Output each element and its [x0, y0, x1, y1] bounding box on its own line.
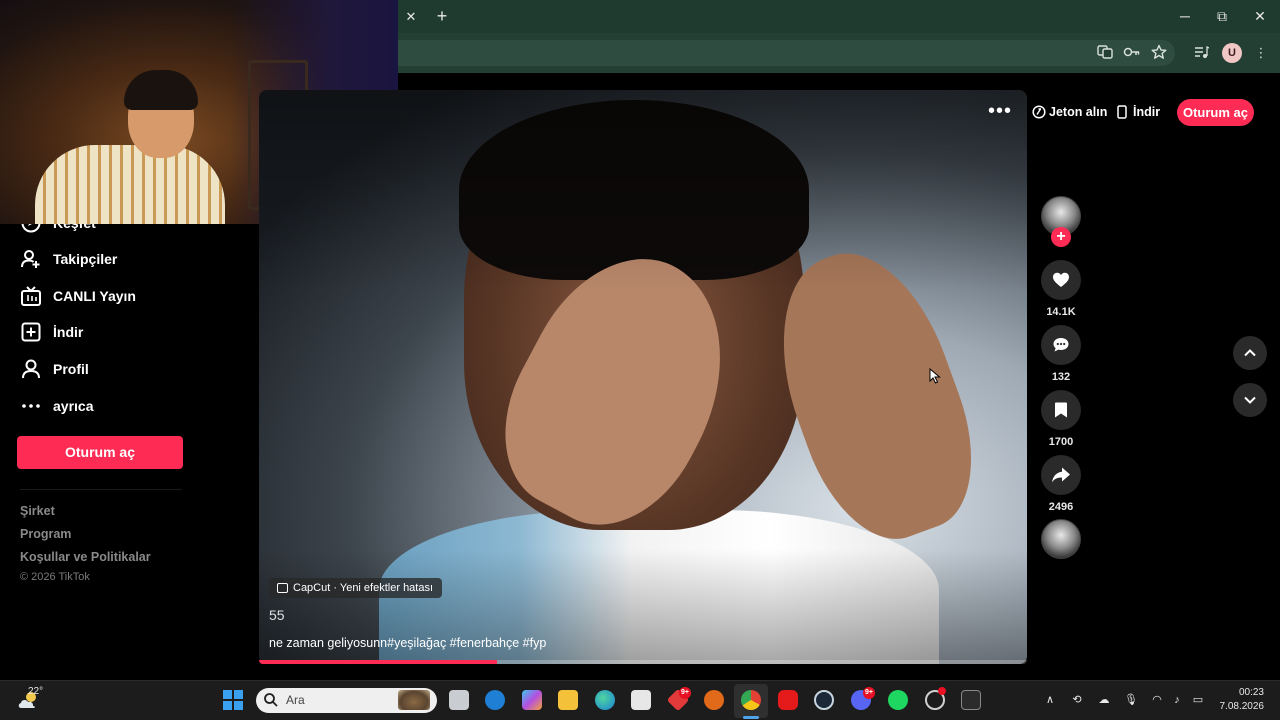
sidebar-item-profile[interactable]: Profil — [20, 356, 89, 382]
browser-menu-icon[interactable]: ⋮ — [1252, 44, 1270, 62]
taskbar-clock-date[interactable]: 7.08.2026 — [1210, 701, 1265, 712]
sidebar-item-live[interactable]: CANLI Yayın — [20, 283, 136, 309]
header-login-button[interactable]: Oturum aç — [1177, 99, 1254, 126]
sidebar-item-download[interactable]: İndir — [20, 319, 83, 345]
live-tv-icon — [21, 286, 41, 306]
chevron-up-icon — [1244, 349, 1256, 357]
effect-badge-label: CapCut · Yeni efektler hatası — [293, 582, 434, 594]
sidebar-divider — [20, 489, 182, 490]
steam-icon[interactable] — [814, 690, 834, 710]
taskbar-search-placeholder: Ara — [286, 693, 305, 707]
edge-browser-icon[interactable] — [595, 690, 615, 710]
comment-bubble-icon — [1053, 338, 1069, 352]
heart-icon — [1053, 272, 1069, 287]
discord-badge: 9+ — [863, 687, 875, 699]
capcut-icon — [277, 583, 288, 593]
window-close-button[interactable]: ✕ — [1245, 6, 1275, 26]
wifi-icon[interactable]: ◠ — [1149, 692, 1165, 708]
share-arrow-icon — [1052, 467, 1070, 483]
sidebar-item-label: ayrıca — [53, 398, 94, 414]
profile-icon — [22, 359, 40, 379]
coin-icon — [1032, 105, 1046, 119]
footer-link-company[interactable]: Şirket — [20, 504, 55, 518]
video-number: 55 — [269, 607, 285, 623]
sidebar-item-label: Takipçiler — [53, 251, 118, 267]
weather-temperature: 22° — [28, 686, 44, 697]
tab-close-button[interactable]: ✕ — [402, 8, 420, 26]
sidebar-login-button[interactable]: Oturum aç — [17, 436, 183, 469]
window-minimize-button[interactable]: ─ — [1170, 6, 1200, 26]
video-progress-fill — [259, 660, 497, 664]
download-app-label: İndir — [1133, 105, 1161, 119]
get-coins-label: Jeton alın — [1049, 105, 1108, 119]
share-count: 2496 — [1048, 501, 1074, 513]
webcam-person-hair — [124, 70, 198, 110]
active-app-indicator — [743, 716, 759, 719]
effect-badge[interactable]: CapCut · Yeni efektler hatası — [269, 578, 443, 598]
recording-dot — [938, 687, 946, 695]
youtube-icon[interactable] — [778, 690, 798, 710]
like-count: 14.1K — [1046, 306, 1076, 318]
share-button[interactable] — [1041, 455, 1081, 495]
like-button[interactable] — [1041, 260, 1081, 300]
comment-count: 132 — [1051, 371, 1071, 383]
follow-button[interactable]: + — [1051, 227, 1071, 247]
help-icon[interactable] — [485, 690, 505, 710]
bookmark-icon — [1055, 402, 1067, 418]
sidebar-item-label: Profil — [53, 361, 89, 377]
chevron-down-icon — [1244, 396, 1256, 404]
comment-button[interactable] — [1041, 325, 1081, 365]
windows-start-button[interactable] — [223, 690, 243, 710]
media-controls-icon[interactable] — [1192, 44, 1210, 62]
password-key-icon[interactable] — [1123, 44, 1141, 62]
address-bar[interactable] — [380, 40, 1175, 66]
spotify-icon[interactable] — [888, 690, 908, 710]
copyright-text: © 2026 TikTok — [20, 571, 90, 583]
download-app-button[interactable]: İndir — [1116, 103, 1160, 121]
footer-link-terms[interactable]: Koşullar ve Politikalar — [20, 550, 151, 564]
onedrive-cloud-icon[interactable]: ☁ — [1096, 692, 1112, 708]
sidebar-item-more[interactable]: ayrıca — [20, 393, 93, 419]
search-highlight-image — [398, 690, 430, 710]
tray-overflow-chevron-icon[interactable]: ∧ — [1042, 692, 1058, 708]
followers-icon — [21, 250, 40, 268]
chrome-browser-icon[interactable] — [741, 690, 761, 710]
copilot-icon[interactable] — [522, 690, 542, 710]
search-icon — [264, 693, 278, 707]
speaker-volume-icon[interactable]: ♪ — [1169, 692, 1185, 708]
task-view-icon[interactable] — [449, 690, 469, 710]
video-more-options-button[interactable]: ••• — [988, 101, 1012, 124]
download-plus-icon — [21, 322, 41, 342]
sound-disc-avatar[interactable] — [1041, 519, 1081, 559]
taskbar-clock-time[interactable]: 00:23 — [1224, 687, 1264, 698]
previous-video-button[interactable] — [1233, 336, 1267, 370]
orange-app-icon[interactable] — [704, 690, 724, 710]
file-explorer-icon[interactable] — [558, 690, 578, 710]
sidebar-item-label: CANLI Yayın — [53, 288, 136, 304]
window-restore-button[interactable]: ⧉ — [1207, 6, 1237, 26]
footer-link-program[interactable]: Program — [20, 527, 71, 541]
next-video-button[interactable] — [1233, 383, 1267, 417]
new-tab-button[interactable]: + — [433, 6, 451, 26]
battery-icon[interactable]: ▭ — [1190, 692, 1206, 708]
tray-app-icon[interactable]: ⟲ — [1069, 692, 1085, 708]
microsoft-store-icon[interactable] — [631, 690, 651, 710]
get-coins-button[interactable]: Jeton alın — [1032, 103, 1107, 121]
terminal-icon[interactable] — [961, 690, 981, 710]
save-button[interactable] — [1041, 390, 1081, 430]
notification-badge: 9+ — [679, 687, 691, 699]
save-count: 1700 — [1048, 436, 1074, 448]
sidebar-item-followers[interactable]: Takipçiler — [20, 246, 117, 272]
translate-icon[interactable] — [1096, 44, 1114, 62]
video-caption[interactable]: ne zaman geliyosunn#yeşilağaç #fenerbahç… — [269, 636, 546, 650]
mouse-cursor-icon — [929, 368, 941, 384]
sidebar-item-label: İndir — [53, 324, 84, 340]
phone-icon — [1117, 105, 1127, 119]
microphone-icon[interactable]: 🎙 — [1123, 692, 1139, 708]
browser-profile-avatar[interactable]: U — [1222, 43, 1242, 63]
more-dots-icon — [22, 404, 40, 408]
webcam-person-shirt — [35, 145, 225, 224]
bookmark-star-icon[interactable] — [1150, 44, 1168, 62]
